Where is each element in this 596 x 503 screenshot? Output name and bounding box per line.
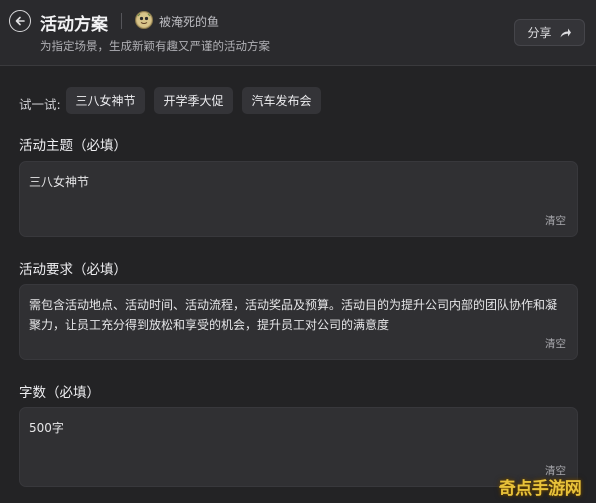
author-name[interactable]: 被淹死的鱼 xyxy=(159,13,219,30)
example-chip-car-launch[interactable]: 汽车发布会 xyxy=(242,87,321,114)
arrow-left-icon xyxy=(15,16,25,26)
share-icon xyxy=(560,28,571,37)
site-watermark: 奇点手游网 xyxy=(498,478,582,499)
requirements-input[interactable]: 需包含活动地点、活动时间、活动流程，活动奖品及预算。活动目的为提升公司内部的团队… xyxy=(19,284,578,360)
share-label: 分享 xyxy=(527,26,552,40)
word-count-input-value: 500字 xyxy=(29,421,64,435)
field-label-theme: 活动主题（必填） xyxy=(19,138,127,154)
fish-avatar-icon xyxy=(137,13,151,27)
example-chip-womens-day[interactable]: 三八女神节 xyxy=(66,87,145,114)
theme-input[interactable]: 三八女神节 清空 xyxy=(19,161,578,237)
requirements-clear-button[interactable]: 清空 xyxy=(545,336,566,351)
theme-input-value: 三八女神节 xyxy=(29,175,90,189)
share-button[interactable]: 分享 xyxy=(514,19,585,46)
field-label-word-count: 字数（必填） xyxy=(19,385,100,401)
theme-clear-button[interactable]: 清空 xyxy=(545,213,566,228)
field-label-requirements: 活动要求（必填） xyxy=(19,262,127,278)
example-chip-back-to-school[interactable]: 开学季大促 xyxy=(154,87,233,114)
page-subtitle: 为指定场景，生成新颖有趣又严谨的活动方案 xyxy=(40,39,270,53)
header-divider xyxy=(121,13,122,29)
author-avatar[interactable] xyxy=(135,11,153,29)
page-title: 活动方案 xyxy=(40,15,108,35)
app-header: 活动方案 被淹死的鱼 为指定场景，生成新颖有趣又严谨的活动方案 分享 xyxy=(0,0,596,66)
back-button[interactable] xyxy=(9,10,31,32)
try-label: 试一试: xyxy=(19,97,61,112)
requirements-input-value: 需包含活动地点、活动时间、活动流程，活动奖品及预算。活动目的为提升公司内部的团队… xyxy=(29,298,558,332)
